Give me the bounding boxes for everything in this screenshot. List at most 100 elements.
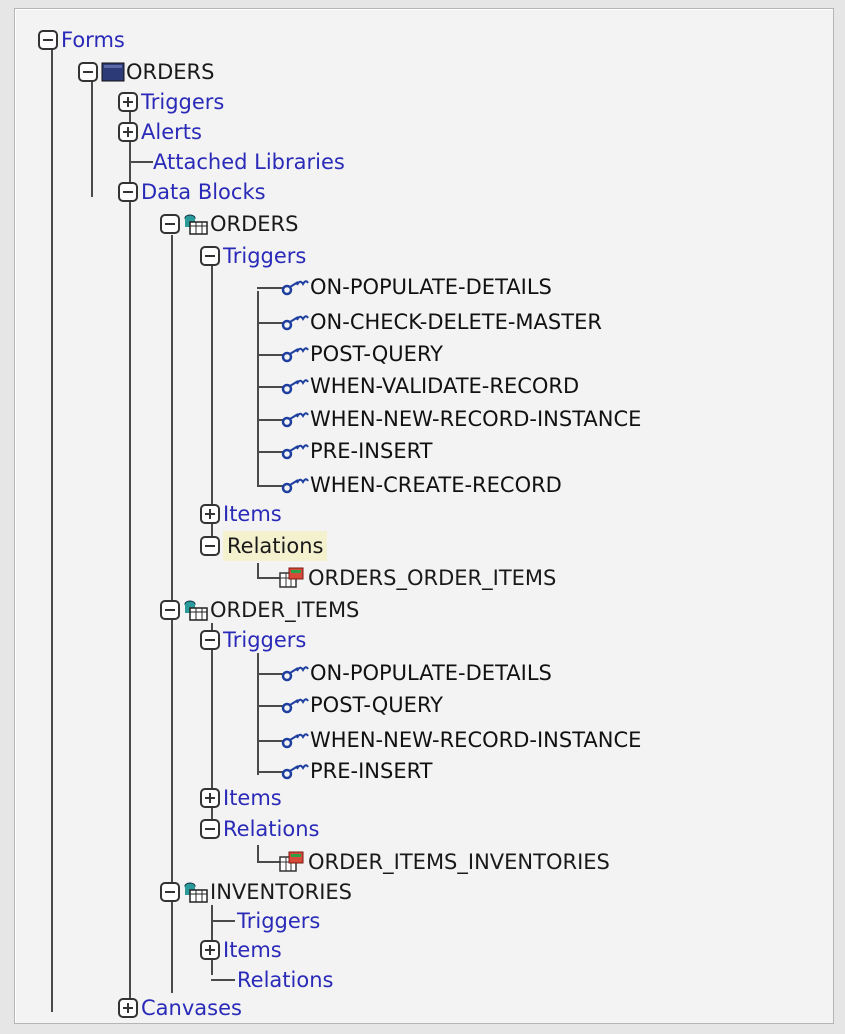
tree-node-trigger[interactable]: POST-QUERY <box>281 339 443 369</box>
tree-node-trigger[interactable]: WHEN-CREATE-RECORD <box>281 470 562 500</box>
minus-box-icon[interactable] <box>199 245 221 267</box>
node-label[interactable]: ON-POPULATE-DETAILS <box>310 272 552 302</box>
minus-box-icon[interactable] <box>77 61 99 83</box>
node-label[interactable]: POST-QUERY <box>310 690 443 720</box>
minus-box-icon[interactable] <box>199 818 221 840</box>
trigger-icon <box>281 409 309 429</box>
node-label[interactable]: ORDERS <box>210 209 298 239</box>
node-label[interactable]: Data Blocks <box>141 177 266 207</box>
tree-line <box>51 47 53 1012</box>
tree-node-trigger[interactable]: WHEN-VALIDATE-RECORD <box>281 371 579 401</box>
tree-node-block-triggers[interactable]: Triggers <box>199 241 306 271</box>
node-label[interactable]: PRE-INSERT <box>310 756 433 786</box>
tree-node-block-order-items[interactable]: ORDER_ITEMS <box>159 595 359 625</box>
node-label[interactable]: Items <box>223 783 282 813</box>
minus-box-icon[interactable] <box>159 881 181 903</box>
node-label[interactable]: WHEN-VALIDATE-RECORD <box>310 371 579 401</box>
node-label[interactable]: ORDERS <box>126 57 214 87</box>
tree-node-trigger[interactable]: ON-POPULATE-DETAILS <box>281 272 552 302</box>
tree-line <box>257 577 281 579</box>
tree-node-relations[interactable]: Relations <box>199 531 328 561</box>
object-navigator-tree[interactable]: Forms ORDERS Triggers Alerts Attached Li… <box>14 8 834 1024</box>
tree-node-trigger[interactable]: POST-QUERY <box>281 690 443 720</box>
trigger-icon <box>281 376 309 396</box>
tree-node-trigger[interactable]: WHEN-NEW-RECORD-INSTANCE <box>281 404 641 434</box>
tree-node-block-triggers[interactable]: Triggers <box>237 906 320 936</box>
tree-node-items[interactable]: Items <box>199 783 282 813</box>
node-label[interactable]: INVENTORIES <box>210 877 352 907</box>
node-label[interactable]: Triggers <box>223 241 306 271</box>
tree-node-trigger[interactable]: ON-POPULATE-DETAILS <box>281 658 552 688</box>
plus-box-icon[interactable] <box>117 91 139 113</box>
plus-box-icon[interactable] <box>199 787 221 809</box>
tree-node-relation[interactable]: ORDER_ITEMS_INVENTORIES <box>279 847 610 877</box>
tree-line <box>257 291 259 487</box>
plus-box-icon[interactable] <box>117 121 139 143</box>
minus-box-icon[interactable] <box>199 535 221 557</box>
tree-node-items[interactable]: Items <box>199 499 282 529</box>
tree-node-trigger[interactable]: PRE-INSERT <box>281 436 433 466</box>
node-label[interactable]: Canvases <box>141 993 242 1023</box>
tree-node-block-orders[interactable]: ORDERS <box>159 209 298 239</box>
node-label[interactable]: PRE-INSERT <box>310 436 433 466</box>
node-label[interactable]: Relations <box>223 814 319 844</box>
minus-box-icon[interactable] <box>199 629 221 651</box>
minus-box-icon[interactable] <box>37 29 59 51</box>
node-label[interactable]: ON-CHECK-DELETE-MASTER <box>310 307 602 337</box>
tree-line <box>257 485 283 487</box>
node-label[interactable]: POST-QUERY <box>310 339 443 369</box>
tree-line <box>91 77 93 197</box>
relation-icon <box>279 851 307 873</box>
node-label[interactable]: Alerts <box>141 117 202 147</box>
tree-line <box>257 287 283 289</box>
plus-box-icon[interactable] <box>117 997 139 1019</box>
plus-box-icon[interactable] <box>199 503 221 525</box>
tree-node-form-orders[interactable]: ORDERS <box>77 57 214 87</box>
tree-node-relations[interactable]: Relations <box>199 814 319 844</box>
plus-box-icon[interactable] <box>199 939 221 961</box>
tree-node-items[interactable]: Items <box>199 935 282 965</box>
tree-node-canvases[interactable]: Canvases <box>117 993 242 1023</box>
node-label[interactable]: Relations <box>223 531 328 561</box>
node-label[interactable]: Attached Libraries <box>153 147 345 177</box>
tree-node-block-triggers[interactable]: Triggers <box>199 625 306 655</box>
tree-line <box>257 386 283 388</box>
minus-box-icon[interactable] <box>117 181 139 203</box>
node-label[interactable]: WHEN-CREATE-RECORD <box>310 470 562 500</box>
tree-line <box>257 673 283 675</box>
node-label[interactable]: Forms <box>61 25 125 55</box>
tree-node-attached-libraries[interactable]: Attached Libraries <box>153 147 345 177</box>
form-module-icon <box>101 62 125 82</box>
tree-line <box>257 322 283 324</box>
node-label[interactable]: WHEN-NEW-RECORD-INSTANCE <box>310 725 641 755</box>
tree-node-relations[interactable]: Relations <box>237 965 333 995</box>
tree-node-forms[interactable]: Forms <box>37 25 125 55</box>
minus-box-icon[interactable] <box>159 213 181 235</box>
node-label[interactable]: Items <box>223 499 282 529</box>
relation-icon <box>279 567 307 589</box>
tree-node-relation[interactable]: ORDERS_ORDER_ITEMS <box>279 563 556 593</box>
data-block-icon <box>183 599 209 621</box>
tree-node-trigger[interactable]: WHEN-NEW-RECORD-INSTANCE <box>281 725 641 755</box>
data-block-icon <box>183 881 209 903</box>
tree-line <box>257 653 259 775</box>
tree-line <box>257 861 281 863</box>
node-label[interactable]: Relations <box>237 965 333 995</box>
tree-node-trigger[interactable]: ON-CHECK-DELETE-MASTER <box>281 307 602 337</box>
tree-node-form-triggers[interactable]: Triggers <box>117 87 224 117</box>
node-label[interactable]: ORDER_ITEMS <box>210 595 359 625</box>
tree-node-block-inventories[interactable]: INVENTORIES <box>159 877 352 907</box>
tree-node-trigger[interactable]: PRE-INSERT <box>281 756 433 786</box>
node-label[interactable]: Triggers <box>223 625 306 655</box>
minus-box-icon[interactable] <box>159 599 181 621</box>
node-label[interactable]: Triggers <box>237 906 320 936</box>
node-label[interactable]: Items <box>223 935 282 965</box>
node-label[interactable]: Triggers <box>141 87 224 117</box>
tree-node-alerts[interactable]: Alerts <box>117 117 202 147</box>
tree-line <box>257 419 283 421</box>
node-label[interactable]: WHEN-NEW-RECORD-INSTANCE <box>310 404 641 434</box>
node-label[interactable]: ON-POPULATE-DETAILS <box>310 658 552 688</box>
node-label[interactable]: ORDER_ITEMS_INVENTORIES <box>308 847 610 877</box>
node-label[interactable]: ORDERS_ORDER_ITEMS <box>308 563 556 593</box>
tree-node-data-blocks[interactable]: Data Blocks <box>117 177 266 207</box>
